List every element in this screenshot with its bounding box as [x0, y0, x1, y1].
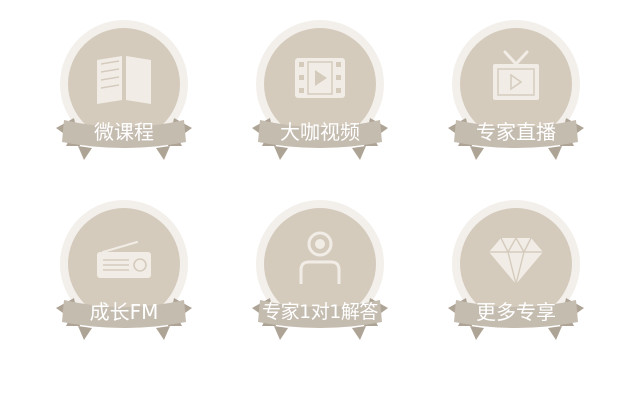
- expert-user-icon: [285, 228, 355, 288]
- badge-micro-course[interactable]: 微课程: [44, 18, 204, 178]
- ribbon-notch-right: [156, 146, 170, 160]
- ribbon-notch-right: [352, 326, 366, 340]
- diamond-icon: [481, 228, 551, 288]
- badge-label: 专家1对1解答: [262, 301, 378, 323]
- badge-label: 大咖视频: [280, 120, 360, 144]
- badge-expert-qa[interactable]: 专家1对1解答: [240, 198, 400, 358]
- ribbon-notch-left: [470, 146, 484, 160]
- ribbon-notch-left: [274, 146, 288, 160]
- badge-label: 更多专享: [476, 300, 556, 324]
- ribbon-notch-left: [274, 326, 288, 340]
- badge-label: 成长FM: [89, 300, 159, 324]
- badge-expert-video[interactable]: 大咖视频: [240, 18, 400, 178]
- badge-expert-live[interactable]: 专家直播: [436, 18, 596, 178]
- film-play-icon: [285, 48, 355, 108]
- ribbon-notch-left: [78, 146, 92, 160]
- ribbon-notch-right: [548, 326, 562, 340]
- radio-icon: [89, 228, 159, 288]
- tv-play-icon: [481, 48, 551, 108]
- ribbon-notch-right: [352, 146, 366, 160]
- badge-label: 微课程: [94, 120, 154, 144]
- badge-growth-fm[interactable]: 成长FM: [44, 198, 204, 358]
- badge-label: 专家直播: [476, 120, 556, 144]
- open-book-icon: [89, 48, 159, 108]
- ribbon-notch-right: [548, 146, 562, 160]
- badge-more-exclusive[interactable]: 更多专享: [436, 198, 596, 358]
- ribbon-notch-left: [470, 326, 484, 340]
- feature-grid: 微课程 大咖视频 专家直播 成长FM 专家1对1解答 更多专享: [0, 0, 640, 400]
- ribbon-notch-right: [156, 326, 170, 340]
- ribbon-notch-left: [78, 326, 92, 340]
